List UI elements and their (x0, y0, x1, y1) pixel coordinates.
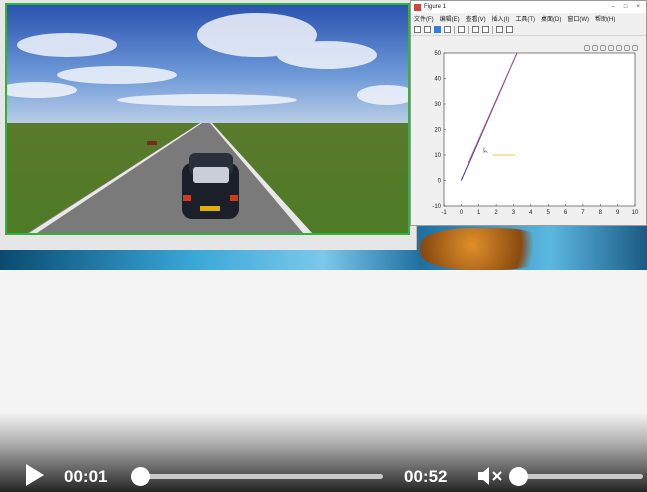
menu-file[interactable]: 文件(F) (414, 14, 434, 23)
edit-plot-icon[interactable] (496, 26, 503, 33)
figure-window[interactable]: Figure 1 – □ × 文件(F) 编辑(E) 查看(V) 插入(I) 工… (410, 0, 647, 226)
menu-window[interactable]: 窗口(W) (567, 14, 589, 23)
insert-colorbar-icon[interactable] (472, 26, 479, 33)
menu-edit[interactable]: 编辑(E) (440, 14, 460, 23)
menu-view[interactable]: 查看(V) (466, 14, 486, 23)
y-tick-label: 20 (434, 128, 441, 134)
save-icon[interactable] (434, 26, 441, 33)
menu-help[interactable]: 帮助(H) (595, 14, 615, 23)
speaker-muted-icon[interactable] (476, 465, 504, 487)
insert-legend-icon[interactable] (482, 26, 489, 33)
y-tick-label: -10 (432, 204, 441, 210)
toolbar-separator (468, 25, 469, 34)
x-tick-label: 1 (477, 210, 481, 216)
minimize-button[interactable]: – (612, 4, 615, 10)
volume-slider[interactable] (509, 467, 643, 486)
print-icon[interactable] (444, 26, 451, 33)
duration: 00:52 (404, 467, 448, 486)
menu-tools[interactable]: 工具(T) (515, 14, 535, 23)
x-tick-label: 5 (547, 210, 551, 216)
video-frame[interactable]: Figure 1 – □ × 文件(F) 编辑(E) 查看(V) 插入(I) 工… (0, 0, 647, 270)
y-tick-label: 30 (434, 102, 441, 108)
vehicle (182, 153, 239, 219)
volume-thumb[interactable] (509, 467, 528, 486)
simulation-scene (7, 5, 408, 233)
play-icon[interactable] (24, 462, 46, 488)
wallpaper-decoration (420, 228, 550, 270)
x-tick-label: 7 (581, 210, 585, 216)
video-controls: 00:01 00:52 (0, 412, 647, 492)
obstacle (147, 141, 157, 145)
open-file-icon[interactable] (424, 26, 431, 33)
plot-area[interactable] (443, 52, 636, 207)
figure-toolbar (411, 24, 646, 36)
y-tick-label: 10 (434, 153, 441, 159)
figure-titlebar[interactable]: Figure 1 – □ × (411, 1, 646, 13)
x-tick-label: -1 (441, 210, 447, 216)
x-tick-label: 10 (632, 210, 639, 216)
matlab-icon (414, 3, 421, 11)
current-time: 00:01 (64, 467, 108, 486)
maximize-button[interactable]: □ (624, 4, 628, 10)
figure-menubar: 文件(F) 编辑(E) 查看(V) 插入(I) 工具(T) 桌面(D) 窗口(W… (411, 13, 646, 24)
menu-insert[interactable]: 插入(I) (492, 14, 510, 23)
driving-simulation-view (5, 3, 410, 235)
x-tick-label: 8 (599, 210, 603, 216)
simulator-window (0, 0, 417, 250)
x-tick-label: 0 (460, 210, 464, 216)
link-plot-icon[interactable] (458, 26, 465, 33)
toolbar-separator (454, 25, 455, 34)
dock-icon[interactable] (506, 26, 513, 33)
x-tick-label: 3 (512, 210, 516, 216)
menu-desktop[interactable]: 桌面(D) (541, 14, 561, 23)
y-tick-label: 50 (434, 51, 441, 57)
seek-bar[interactable] (131, 467, 383, 486)
figure-title: Figure 1 (424, 4, 447, 10)
toolbar-separator (492, 25, 493, 34)
y-tick-label: 40 (434, 77, 441, 83)
seek-bar-thumb[interactable] (131, 467, 150, 486)
x-tick-label: 2 (494, 210, 498, 216)
x-tick-label: 6 (564, 210, 568, 216)
plot-axes[interactable]: -1 0 1 2 3 4 5 6 7 8 9 10-1001020304050 (411, 41, 646, 217)
y-tick-label: 0 (438, 179, 442, 185)
x-tick-label: 4 (529, 210, 533, 216)
close-button[interactable]: × (636, 4, 640, 10)
new-figure-icon[interactable] (414, 26, 421, 33)
x-tick-label: 9 (616, 210, 620, 216)
